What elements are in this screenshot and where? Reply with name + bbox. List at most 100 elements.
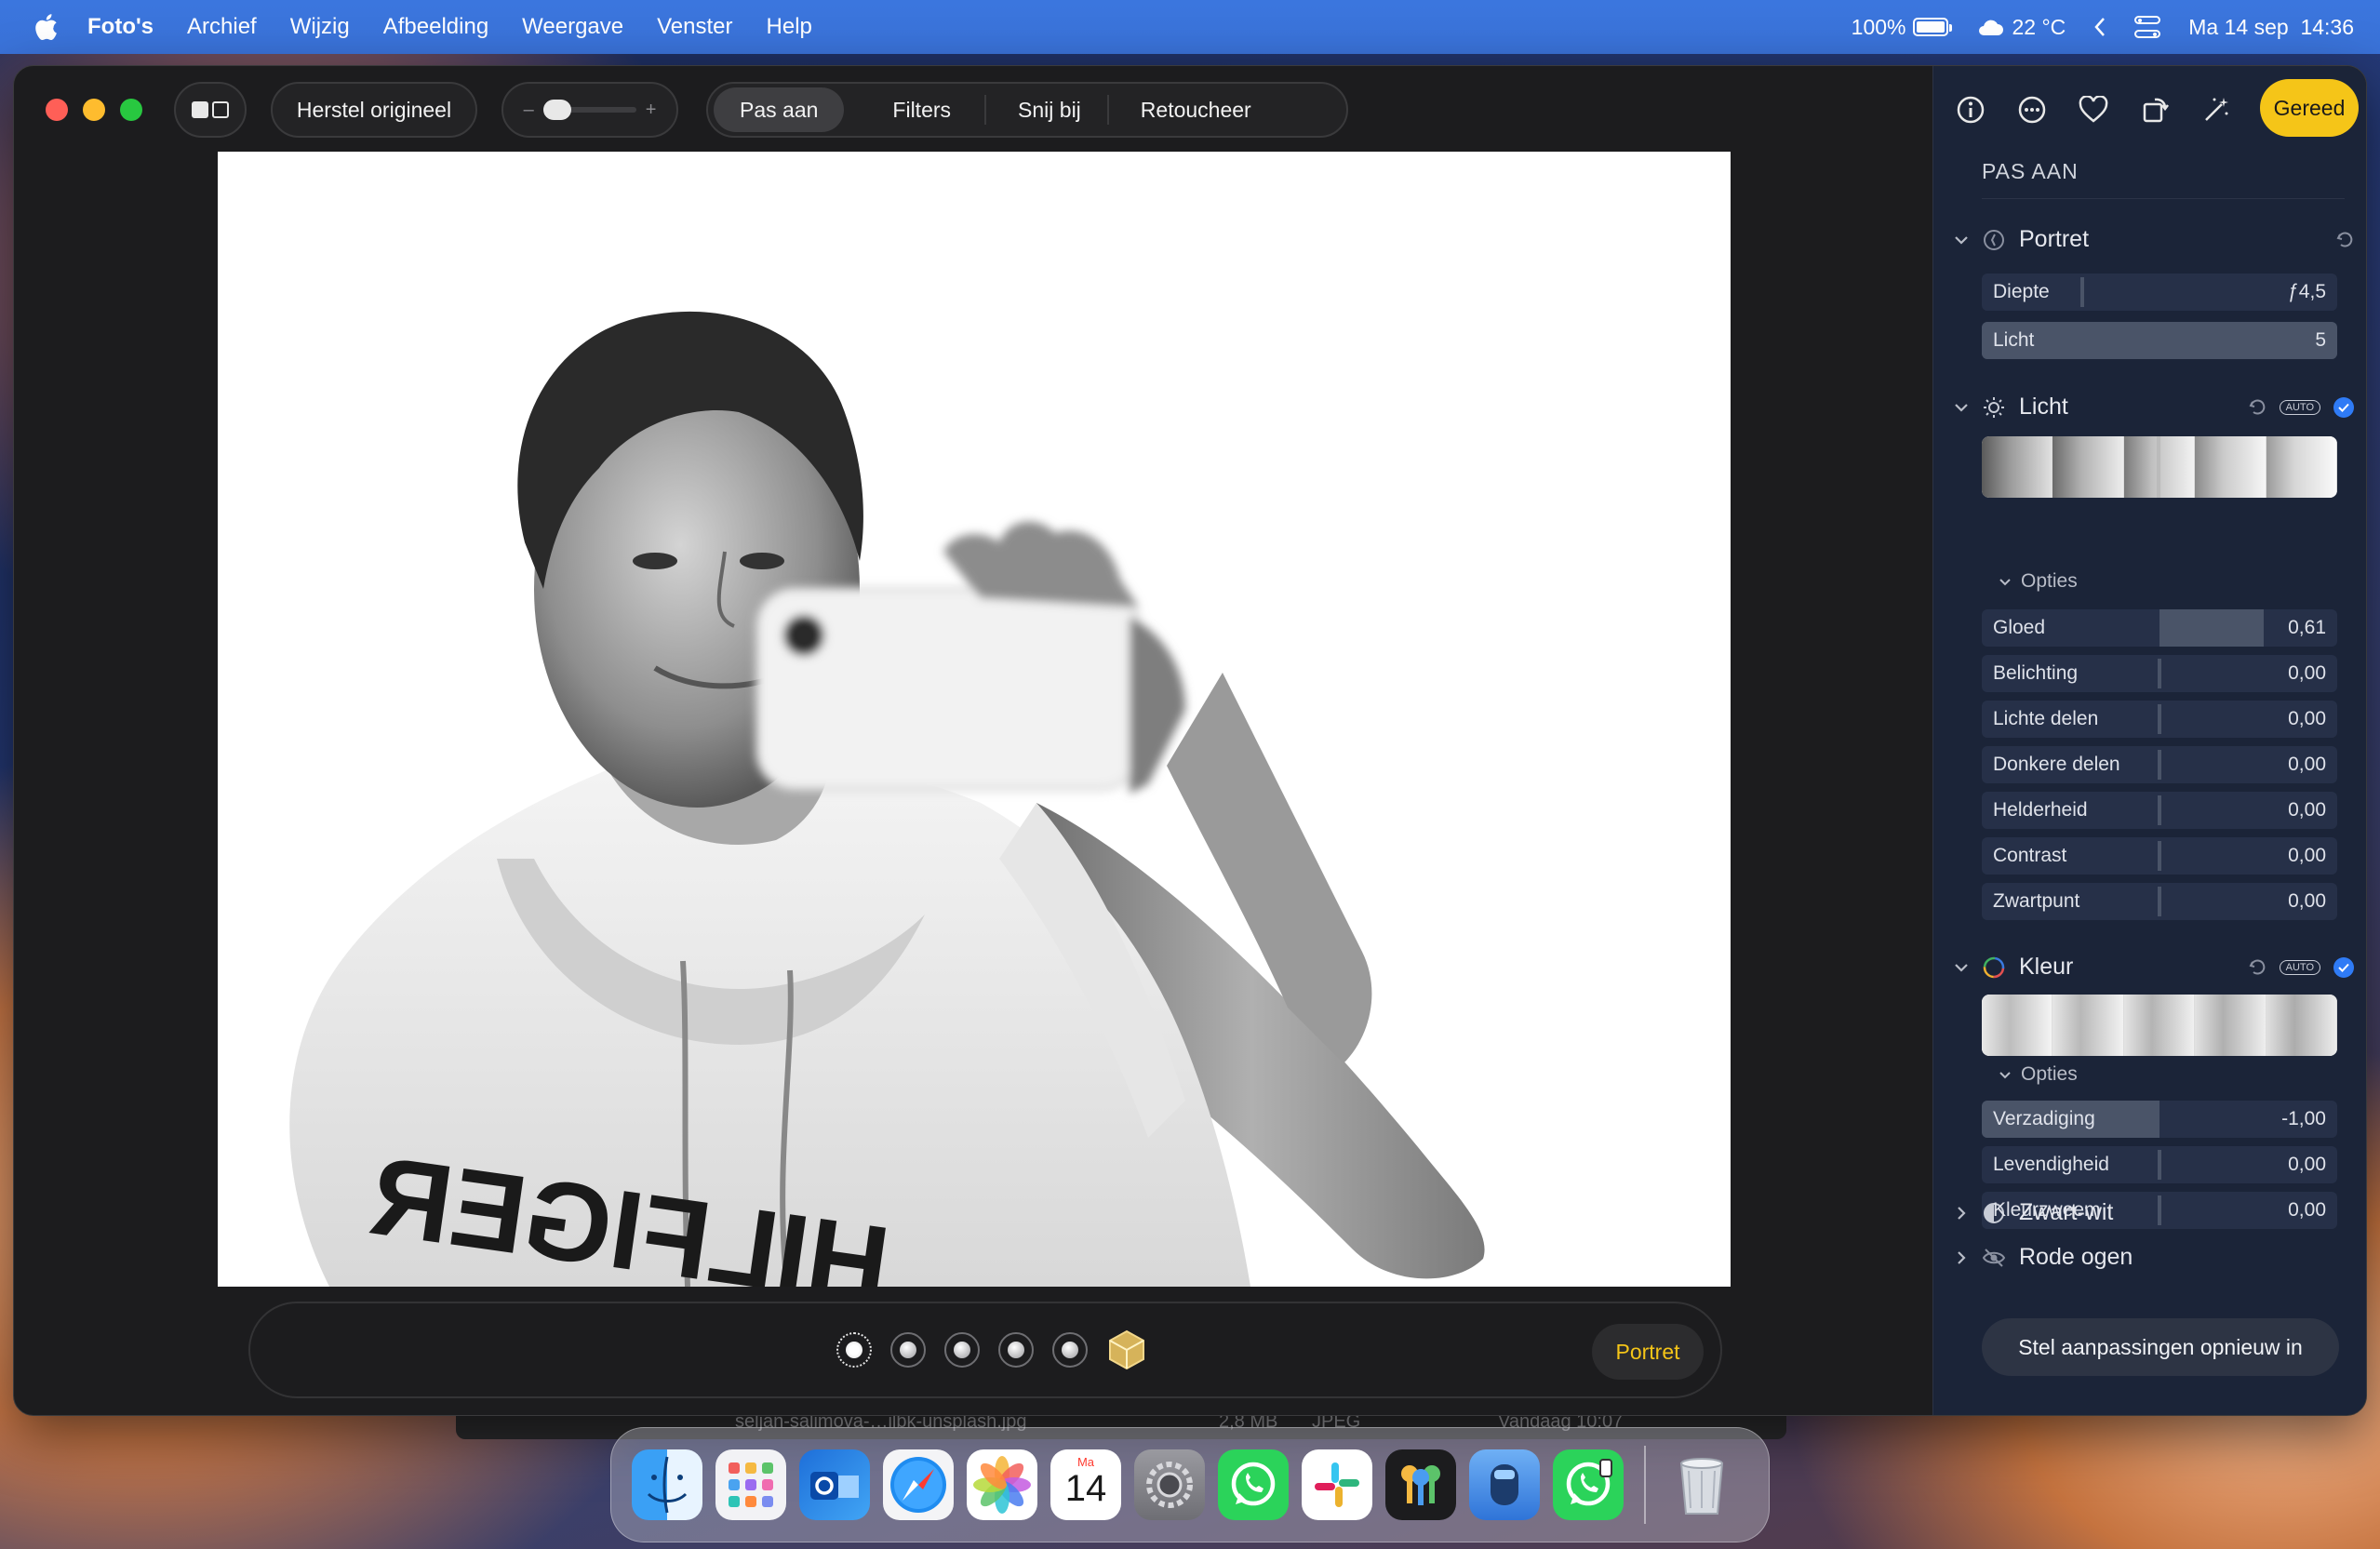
natural-light-icon[interactable]	[836, 1332, 872, 1368]
chevron-down-icon[interactable]	[1954, 400, 1969, 415]
slider-licht-portret[interactable]: Licht 5	[1982, 322, 2337, 359]
close-window-button[interactable]	[46, 99, 68, 121]
slider-diepte[interactable]: Diepte ƒ4,5	[1982, 274, 2337, 311]
tab-pas-aan[interactable]: Pas aan	[714, 87, 845, 132]
menu-app-name[interactable]: Foto's	[87, 14, 154, 40]
tab-snij-bij[interactable]: Snij bij	[992, 87, 1107, 132]
slider-fill	[2159, 609, 2264, 647]
studio-light-icon[interactable]	[890, 1332, 926, 1368]
dock-whatsapp-icon[interactable]	[1218, 1449, 1289, 1520]
more-options-icon[interactable]	[2015, 93, 2049, 127]
kleur-preview-strip[interactable]	[1982, 995, 2337, 1056]
dock-trash-icon[interactable]	[1666, 1449, 1737, 1520]
chevron-down-icon[interactable]	[1954, 233, 1969, 247]
zoom-slider-knob[interactable]	[542, 100, 571, 120]
contour-light-icon[interactable]	[944, 1332, 980, 1368]
slider-kleur-1[interactable]: Levendigheid 0,00	[1982, 1146, 2337, 1183]
dock-photos-icon[interactable]	[967, 1449, 1037, 1520]
sidebar-title: PAS AAN	[1982, 159, 2079, 183]
slider-licht-3[interactable]: Donkere delen 0,00	[1982, 746, 2337, 783]
section-licht-header[interactable]: Licht AUTO	[1954, 394, 2354, 421]
chevron-down-icon[interactable]	[1954, 960, 1969, 975]
high-key-mono-icon[interactable]	[1106, 1329, 1147, 1370]
preview-thumbnail[interactable]	[1982, 436, 2053, 498]
preview-thumbnail[interactable]	[2195, 995, 2266, 1056]
enabled-checkmark-icon[interactable]	[2333, 396, 2354, 418]
slider-zero-mark	[2158, 1195, 2161, 1225]
zoom-slider-track[interactable]	[542, 100, 636, 120]
rotate-icon[interactable]	[2138, 93, 2172, 127]
undo-icon[interactable]	[2248, 398, 2266, 417]
section-kleur-header[interactable]: Kleur AUTO	[1954, 954, 2354, 981]
menu-archief[interactable]: Archief	[187, 14, 257, 40]
sidebar-toolbar	[1954, 81, 2233, 139]
reset-adjustments-button[interactable]: Stel aanpassingen opnieuw in	[1982, 1318, 2339, 1376]
apple-icon[interactable]	[32, 13, 60, 41]
preview-thumbnail[interactable]	[2052, 995, 2124, 1056]
info-icon[interactable]	[1954, 93, 1987, 127]
slider-licht-1[interactable]: Belichting 0,00	[1982, 655, 2337, 692]
dock-finder-icon[interactable]	[632, 1449, 702, 1520]
minimize-window-button[interactable]	[83, 99, 105, 121]
preview-thumbnail[interactable]	[2266, 995, 2337, 1056]
preview-thumbnail[interactable]	[2052, 436, 2124, 498]
auto-button[interactable]: AUTO	[2279, 959, 2320, 975]
menubar-datetime[interactable]: Ma 14 sep 14:36	[2188, 15, 2354, 40]
control-center-icon[interactable]	[2134, 16, 2161, 38]
licht-opties-toggle[interactable]: Opties	[1999, 570, 2078, 593]
zoom-slider[interactable]: – +	[501, 82, 678, 138]
preview-thumbnail[interactable]	[2266, 436, 2337, 498]
chevron-right-icon[interactable]	[1954, 1250, 1969, 1265]
dock-launchpad-icon[interactable]	[715, 1449, 786, 1520]
slider-licht-0[interactable]: Gloed 0,61	[1982, 609, 2337, 647]
section-portret-header[interactable]: Portret	[1954, 226, 2354, 253]
battery-status[interactable]: 100%	[1852, 15, 1953, 40]
kleur-opties-toggle[interactable]: Opties	[1999, 1063, 2078, 1086]
done-button[interactable]: Gereed	[2260, 79, 2359, 137]
menu-wijzig[interactable]: Wijzig	[290, 14, 350, 40]
slider-licht-5[interactable]: Contrast 0,00	[1982, 837, 2337, 875]
compare-original-button[interactable]	[174, 82, 247, 138]
revert-to-original-button[interactable]: Herstel origineel	[271, 82, 477, 138]
preview-thumbnail[interactable]	[2123, 995, 2196, 1056]
undo-icon[interactable]	[2335, 231, 2354, 249]
dock-system-settings-icon[interactable]	[1134, 1449, 1205, 1520]
stage-mono-light-icon[interactable]	[1052, 1332, 1088, 1368]
tab-filters[interactable]: Filters	[866, 87, 977, 132]
dock-slack-icon[interactable]	[1302, 1449, 1372, 1520]
licht-preview-strip[interactable]	[1982, 436, 2337, 498]
slider-label: Donkere delen	[1993, 754, 2120, 775]
auto-button[interactable]: AUTO	[2279, 399, 2320, 415]
dock-utility-icon[interactable]	[1469, 1449, 1540, 1520]
zoom-window-button[interactable]	[120, 99, 142, 121]
preview-thumbnail[interactable]	[2195, 436, 2266, 498]
section-rodeogen-header[interactable]: Rode ogen	[1954, 1244, 2354, 1271]
dock-keychain-icon[interactable]	[1385, 1449, 1456, 1520]
chevron-left-icon[interactable]	[2093, 17, 2106, 37]
weather-widget[interactable]: 22 °C	[1976, 15, 2066, 40]
chevron-right-icon[interactable]	[1954, 1206, 1969, 1221]
dock-whatsapp-business-icon[interactable]	[1553, 1449, 1624, 1520]
photo-canvas[interactable]: HILFIGER	[218, 152, 1731, 1287]
preview-thumbnail[interactable]	[1982, 995, 2053, 1056]
menu-afbeelding[interactable]: Afbeelding	[383, 14, 488, 40]
slider-kleur-0[interactable]: Verzadiging -1,00	[1982, 1101, 2337, 1138]
preview-scrubber[interactable]	[2157, 436, 2160, 498]
slider-licht-4[interactable]: Helderheid 0,00	[1982, 792, 2337, 829]
menu-help[interactable]: Help	[767, 14, 812, 40]
enabled-checkmark-icon[interactable]	[2333, 956, 2354, 978]
tab-retoucheer[interactable]: Retoucheer	[1115, 87, 1277, 132]
favorite-heart-icon[interactable]	[2077, 93, 2110, 127]
dock-outlook-icon[interactable]	[799, 1449, 870, 1520]
dock-calendar-icon[interactable]: Ma 14	[1050, 1449, 1121, 1520]
stage-light-icon[interactable]	[998, 1332, 1034, 1368]
slider-licht-6[interactable]: Zwartpunt 0,00	[1982, 883, 2337, 920]
dock-safari-icon[interactable]	[883, 1449, 954, 1520]
portrait-mode-toggle[interactable]: Portret	[1592, 1324, 1704, 1380]
auto-enhance-icon[interactable]	[2199, 93, 2233, 127]
menu-venster[interactable]: Venster	[657, 14, 732, 40]
menu-weergave[interactable]: Weergave	[522, 14, 623, 40]
slider-licht-2[interactable]: Lichte delen 0,00	[1982, 701, 2337, 738]
slider-zero-mark	[2158, 659, 2161, 688]
undo-icon[interactable]	[2248, 958, 2266, 977]
